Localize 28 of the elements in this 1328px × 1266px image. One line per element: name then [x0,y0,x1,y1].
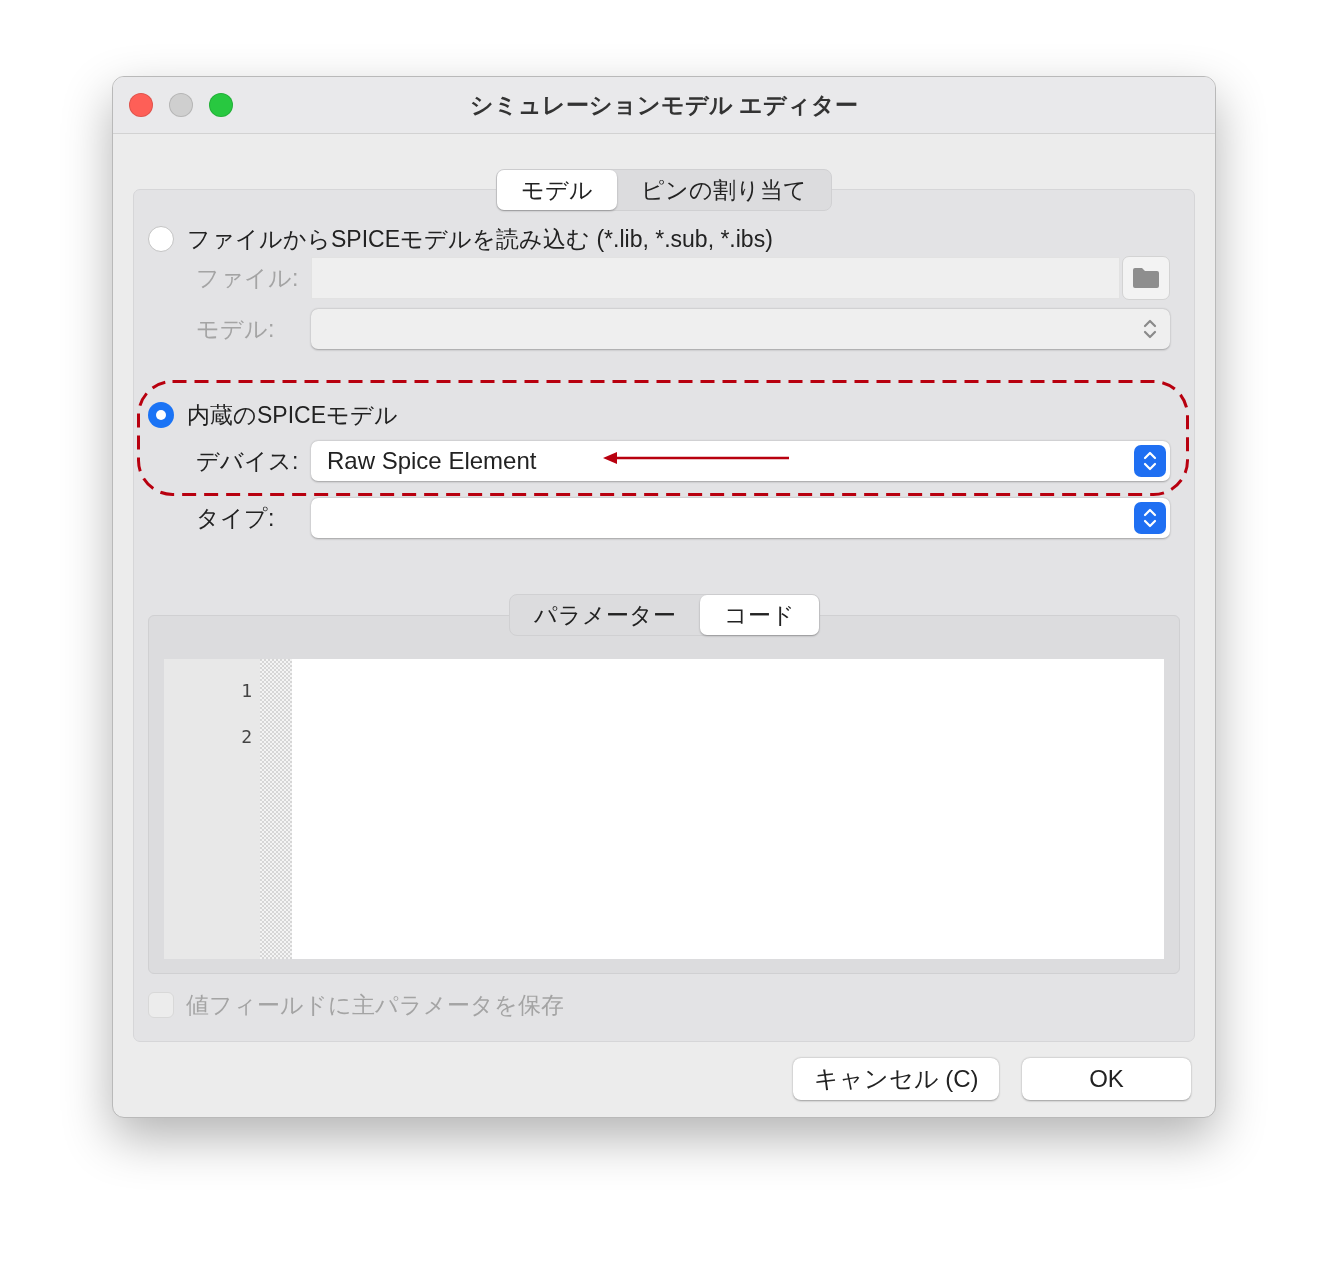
zoom-icon[interactable] [209,93,233,117]
browse-button[interactable] [1122,256,1170,300]
field-label: ファイル: [196,263,300,293]
stepper-icon [1142,317,1158,341]
radio-label: ファイルからSPICEモデルを読み込む (*.lib, *.sub, *.ibs) [187,224,773,254]
field-label: デバイス: [196,446,300,476]
radio-button[interactable] [148,226,174,252]
tab[interactable]: パラメーター [509,595,700,635]
field-label: モデル: [196,314,276,344]
line-number: 1 [241,679,253,703]
stepper-icon [1142,449,1158,473]
line-number: 2 [241,725,253,749]
tab[interactable]: ピンの割り当て [617,170,831,210]
dropdown-select[interactable]: Raw Spice Element [311,441,1170,481]
checkbox-label: 値フィールドに主パラメータを保存 [186,990,564,1020]
window-title: シミュレーションモデル エディター [469,90,859,120]
dropdown-select[interactable] [311,498,1170,538]
stepper-icon [1142,506,1158,530]
radio-button[interactable] [148,402,174,428]
close-icon[interactable] [129,93,153,117]
tab[interactable]: コード [699,595,819,635]
minimize-icon[interactable] [169,93,193,117]
ok-button[interactable]: OK [1022,1058,1191,1100]
cancel-button[interactable]: キャンセル (C) [793,1058,999,1100]
radio-label: 内蔵のSPICEモデル [187,400,399,430]
tab[interactable]: モデル [497,170,617,210]
folder-icon [1132,267,1160,289]
field-label: タイプ: [196,503,276,533]
